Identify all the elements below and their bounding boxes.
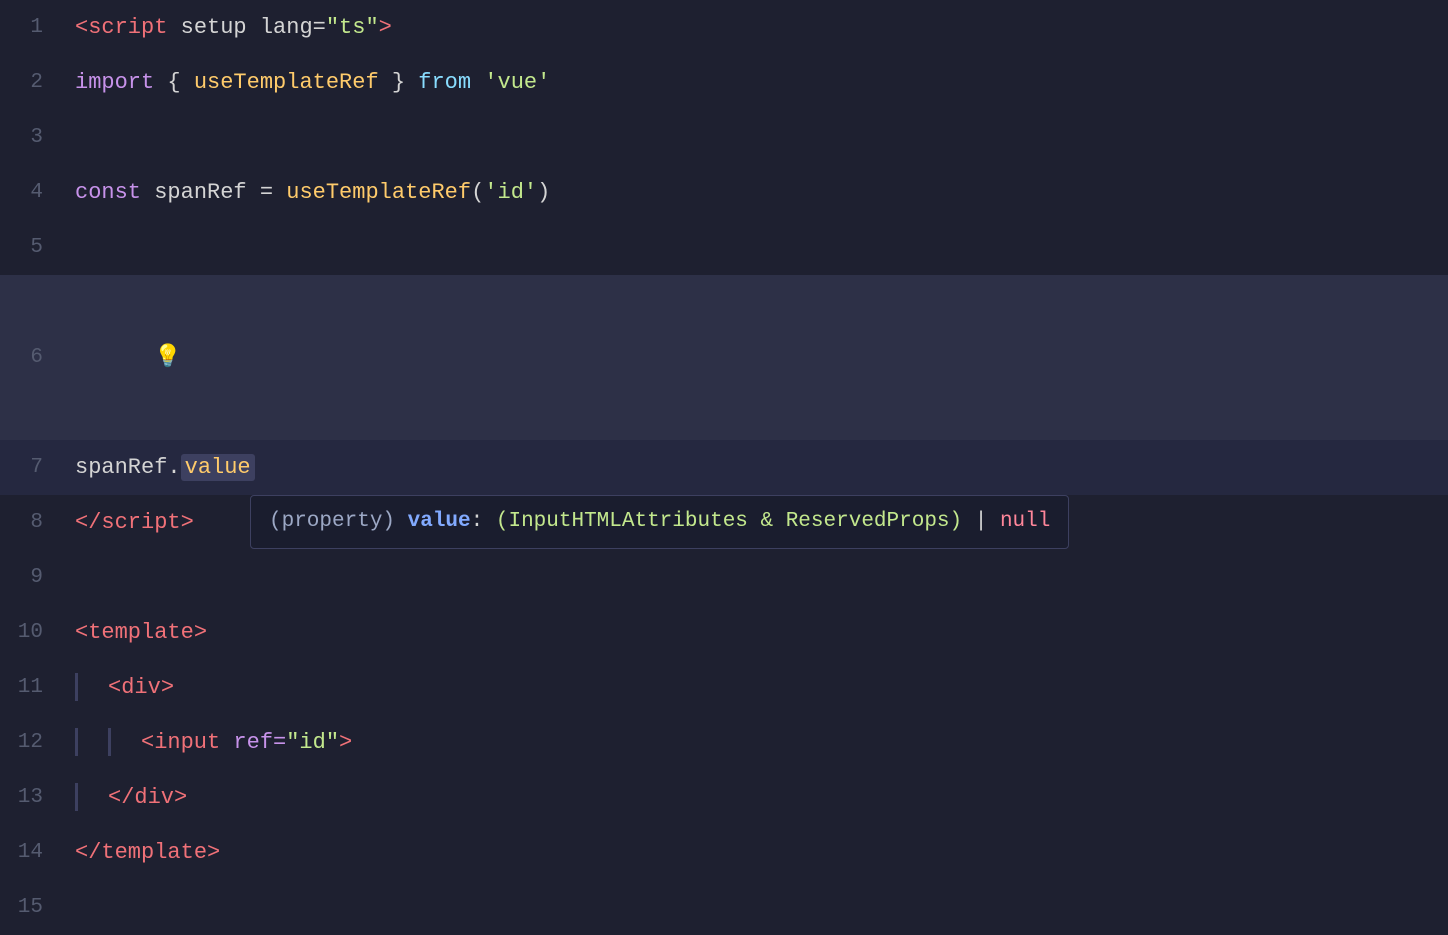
line-content-7: spanRef.value <box>65 440 255 495</box>
line-number-15: 15 <box>0 880 65 935</box>
tooltip-colon: : <box>471 510 496 533</box>
line-number-3: 3 <box>0 110 65 165</box>
line-number-12: 12 <box>0 715 65 770</box>
line-number-9: 9 <box>0 550 65 605</box>
line-13: 13 </div> <box>0 770 1448 825</box>
line-number-14: 14 <box>0 825 65 880</box>
line-content-2: import { useTemplateRef } from 'vue' <box>65 55 550 110</box>
line-number-11: 11 <box>0 660 65 715</box>
line-content-12: <input ref="id"> <box>65 715 352 770</box>
line-6: 6 💡 (property) value: (InputHTMLAttribut… <box>0 275 1448 440</box>
line-number-4: 4 <box>0 165 65 220</box>
line-5: 5 <box>0 220 1448 275</box>
line-content-11: <div> <box>65 660 174 715</box>
line-content-14: </template> <box>65 825 220 880</box>
line-4: 4 const spanRef = useTemplateRef('id') <box>0 165 1448 220</box>
line-number-2: 2 <box>0 55 65 110</box>
line-content-13: </div> <box>65 770 187 825</box>
line-content-15 <box>65 880 88 935</box>
tooltip-icon: 💡 <box>154 345 181 370</box>
line-12: 12 <input ref="id"> <box>0 715 1448 770</box>
line-number-5: 5 <box>0 220 65 275</box>
line-content-10: <template> <box>65 605 207 660</box>
tooltip-value-name: value <box>408 510 471 533</box>
tooltip-null: null <box>1000 510 1050 533</box>
line-number-13: 13 <box>0 770 65 825</box>
line-content-5 <box>65 220 88 275</box>
line-content-8: </script> <box>65 495 194 550</box>
tooltip-type: (InputHTMLAttributes & ReservedProps) <box>496 510 962 533</box>
line-content-3 <box>65 110 88 165</box>
line-number-7: 7 <box>0 440 65 495</box>
line-content-9 <box>65 550 88 605</box>
line-3: 3 <box>0 110 1448 165</box>
line-number-10: 10 <box>0 605 65 660</box>
line-content-1: <script setup lang="ts"> <box>65 0 392 55</box>
line-number-8: 8 <box>0 495 65 550</box>
line-15: 15 <box>0 880 1448 935</box>
intellisense-tooltip: (property) value: (InputHTMLAttributes &… <box>250 495 1069 549</box>
line-9: 9 <box>0 550 1448 605</box>
tooltip-prefix: (property) <box>269 510 408 533</box>
line-number-6: 6 <box>0 330 65 385</box>
line-11: 11 <div> <box>0 660 1448 715</box>
line-1: 1 <script setup lang="ts"> <box>0 0 1448 55</box>
line-number-1: 1 <box>0 0 65 55</box>
line-7: 7 spanRef.value <box>0 440 1448 495</box>
line-14: 14 </template> <box>0 825 1448 880</box>
code-editor: 1 <script setup lang="ts"> 2 import { us… <box>0 0 1448 935</box>
tooltip-pipe: | <box>962 510 1000 533</box>
line-10: 10 <template> <box>0 605 1448 660</box>
line-content-6: 💡 <box>65 275 188 440</box>
highlighted-value: value <box>181 454 255 481</box>
line-content-4: const spanRef = useTemplateRef('id') <box>65 165 550 220</box>
line-2: 2 import { useTemplateRef } from 'vue' <box>0 55 1448 110</box>
